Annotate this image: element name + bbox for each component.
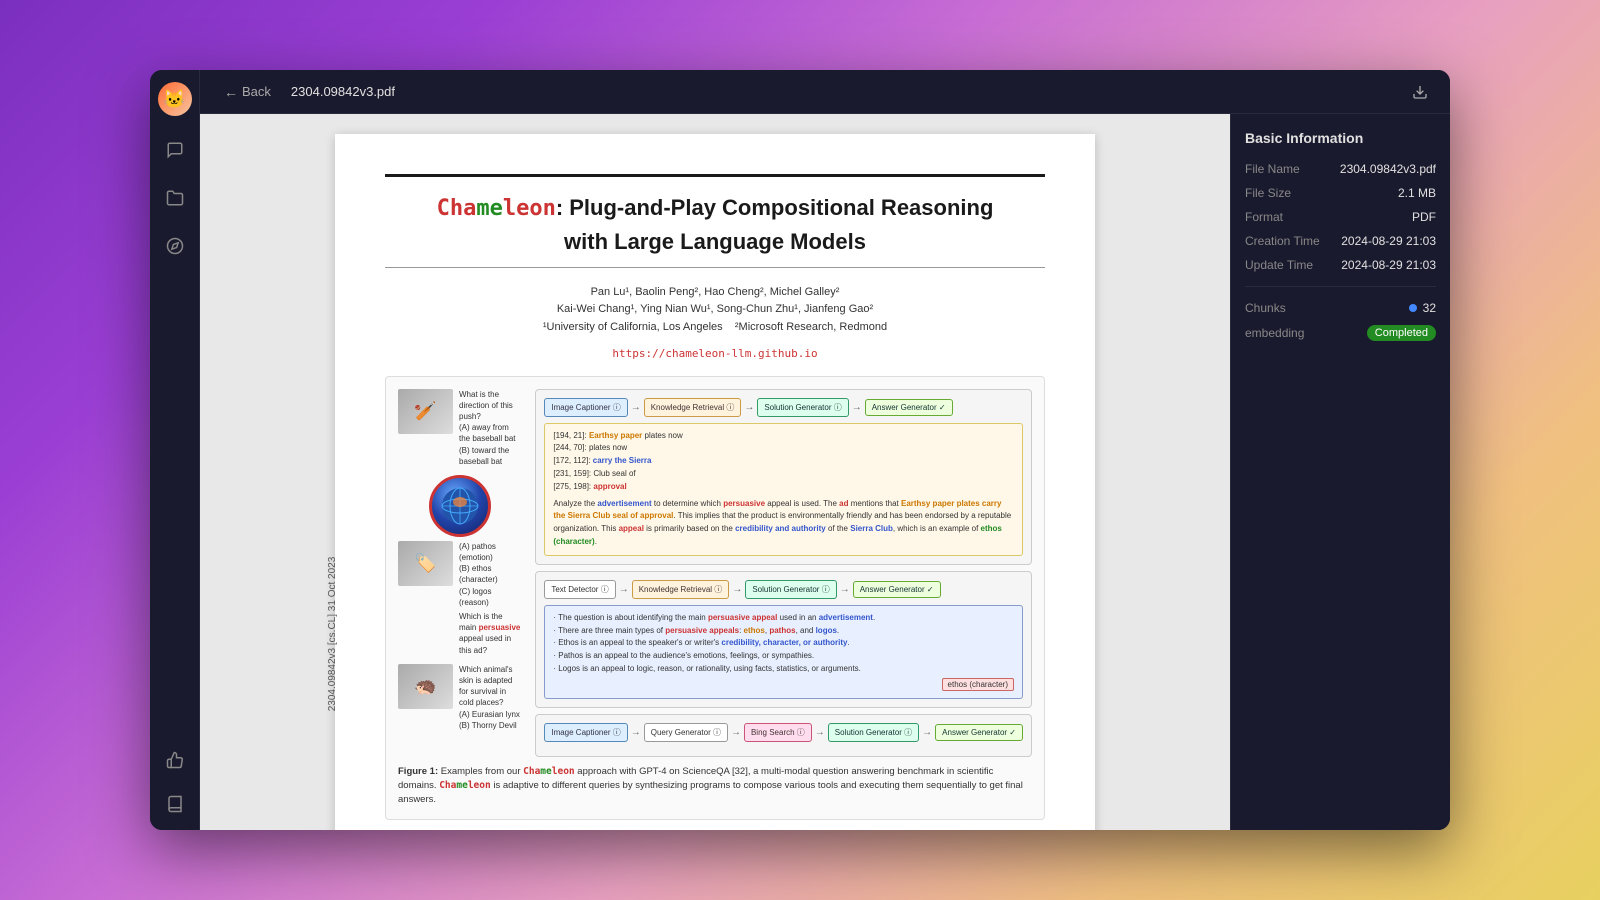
format-value: PDF	[1412, 210, 1436, 224]
pdf-viewer[interactable]: 2304.09842v3 [cs.CL] 31 Oct 2023 Chamele…	[200, 114, 1230, 830]
pipeline-diagrams: Image Captioner ⓘ → Knowledge Retrieval …	[535, 389, 1032, 757]
figure-area: 🏏 What is the direction of this push? (A…	[385, 376, 1045, 821]
info-divider	[1245, 286, 1436, 287]
sidebar-icon-compass[interactable]	[161, 232, 189, 260]
info-row-filename: File Name 2304.09842v3.pdf	[1245, 162, 1436, 176]
qa-content-2: (A) pathos (emotion) (B) ethos (characte…	[459, 541, 521, 656]
chunks-dot-icon	[1409, 304, 1417, 312]
embedding-label: embedding	[1245, 326, 1304, 340]
embedding-status-badge: Completed	[1367, 325, 1436, 341]
creation-label: Creation Time	[1245, 234, 1320, 248]
chunks-number: 32	[1423, 301, 1436, 315]
node-knowledge-retrieval-2: Knowledge Retrieval ⓘ	[632, 580, 730, 599]
node-bing-search: Bing Search ⓘ	[744, 723, 812, 742]
chunks-label: Chunks	[1245, 301, 1286, 315]
node-image-captioner-3: Image Captioner ⓘ	[544, 723, 627, 742]
sidebar-icon-feedback[interactable]	[161, 746, 189, 774]
authors: Pan Lu¹, Baolin Peng², Hao Cheng², Miche…	[385, 284, 1045, 337]
avatar[interactable]: 🐱	[158, 82, 192, 116]
chunks-value-container: 32	[1409, 301, 1436, 315]
info-row-filesize: File Size 2.1 MB	[1245, 186, 1436, 200]
node-text-detector: Text Detector ⓘ	[544, 580, 615, 599]
node-solution-generator-1: Solution Generator ⓘ	[757, 398, 848, 417]
title-leon: leon	[503, 196, 556, 221]
qa-content-3: Which animal's skin is adapted for survi…	[459, 664, 521, 731]
qa-thumb-1: 🏏	[398, 389, 453, 434]
node-image-captioner-1: Image Captioner ⓘ	[544, 398, 627, 417]
filesize-value: 2.1 MB	[1398, 186, 1436, 200]
qa-block-2: 🏷️ (A) pathos (emotion) (B) ethos (chara…	[398, 541, 521, 656]
filename-value: 2304.09842v3.pdf	[1340, 162, 1436, 176]
node-query-generator: Query Generator ⓘ	[644, 723, 728, 742]
paper-subtitle: with Large Language Models	[385, 229, 1045, 255]
sidebar-icon-chat[interactable]	[161, 136, 189, 164]
title-me: me	[476, 196, 503, 221]
node-solution-generator-3: Solution Generator ⓘ	[828, 723, 919, 742]
content-area: 2304.09842v3 [cs.CL] 31 Oct 2023 Chamele…	[200, 114, 1450, 830]
filesize-label: File Size	[1245, 186, 1291, 200]
back-label: Back	[242, 84, 271, 99]
node-answer-generator-1: Answer Generator ✓	[865, 399, 953, 416]
info-row-format: Format PDF	[1245, 210, 1436, 224]
info-panel-title: Basic Information	[1245, 130, 1436, 146]
title-rule-top	[385, 174, 1045, 177]
chameleon-globe	[429, 475, 491, 537]
pipeline-row-2: Text Detector ⓘ → Knowledge Retrieval ⓘ …	[535, 571, 1032, 708]
pipeline-row-3: Image Captioner ⓘ → Query Generator ⓘ → …	[535, 714, 1032, 757]
sidebar: 🐱	[150, 70, 200, 830]
qa-content-1: What is the direction of this push? (A) …	[459, 389, 521, 467]
pipeline-nodes-row1: Image Captioner ⓘ → Knowledge Retrieval …	[544, 398, 1023, 417]
node-knowledge-retrieval-1: Knowledge Retrieval ⓘ	[644, 398, 742, 417]
back-button[interactable]: ← Back	[216, 80, 279, 104]
download-button[interactable]	[1406, 78, 1434, 106]
detail-section-2: · The question is about identifying the …	[544, 605, 1023, 699]
pipeline-nodes-row2: Text Detector ⓘ → Knowledge Retrieval ⓘ …	[544, 580, 1023, 599]
qa-block-3: 🦔 Which animal's skin is adapted for sur…	[398, 664, 521, 731]
main-content: ← Back 2304.09842v3.pdf 2304.09842v3 [cs…	[200, 70, 1450, 830]
sidebar-icon-book[interactable]	[161, 790, 189, 818]
back-arrow-icon: ←	[224, 84, 238, 100]
pipeline-row-1: Image Captioner ⓘ → Knowledge Retrieval …	[535, 389, 1032, 565]
update-label: Update Time	[1245, 258, 1313, 272]
figure-caption: Figure 1: Examples from our Chameleon ap…	[398, 765, 1032, 808]
node-solution-generator-2: Solution Generator ⓘ	[745, 580, 836, 599]
arxiv-side-text: 2304.09842v3 [cs.CL] 31 Oct 2023	[327, 557, 338, 712]
format-label: Format	[1245, 210, 1283, 224]
node-answer-generator-3: Answer Generator ✓	[935, 724, 1023, 741]
paper-title: Chameleon: Plug-and-Play Compositional R…	[385, 193, 1045, 225]
topbar: ← Back 2304.09842v3.pdf	[200, 70, 1450, 114]
title-rest: : Plug-and-Play Compositional Reasoning	[556, 195, 994, 220]
pdf-page: 2304.09842v3 [cs.CL] 31 Oct 2023 Chamele…	[335, 134, 1095, 830]
qa-thumb-3: 🦔	[398, 664, 453, 709]
embedding-row: embedding Completed	[1245, 325, 1436, 341]
qa-examples: 🏏 What is the direction of this push? (A…	[398, 389, 521, 757]
qa-thumb-2: 🏷️	[398, 541, 453, 586]
creation-value: 2024-08-29 21:03	[1341, 234, 1436, 248]
detail-section-1: [194, 21]: Earthsy paper plates now [244…	[544, 423, 1023, 556]
sidebar-icon-files[interactable]	[161, 184, 189, 212]
file-title: 2304.09842v3.pdf	[291, 84, 395, 99]
info-row-creation: Creation Time 2024-08-29 21:03	[1245, 234, 1436, 248]
paper-url[interactable]: https://chameleon-llm.github.io	[385, 347, 1045, 360]
info-row-update: Update Time 2024-08-29 21:03	[1245, 258, 1436, 272]
filename-label: File Name	[1245, 162, 1300, 176]
node-answer-generator-2: Answer Generator ✓	[853, 581, 941, 598]
app-window: 🐱	[150, 70, 1450, 830]
chunks-row: Chunks 32	[1245, 301, 1436, 315]
title-cha: Cha	[437, 196, 477, 221]
info-panel: Basic Information File Name 2304.09842v3…	[1230, 114, 1450, 830]
pipeline-nodes-row3: Image Captioner ⓘ → Query Generator ⓘ → …	[544, 723, 1023, 742]
update-value: 2024-08-29 21:03	[1341, 258, 1436, 272]
title-rule-bottom	[385, 267, 1045, 268]
qa-block-1: 🏏 What is the direction of this push? (A…	[398, 389, 521, 467]
